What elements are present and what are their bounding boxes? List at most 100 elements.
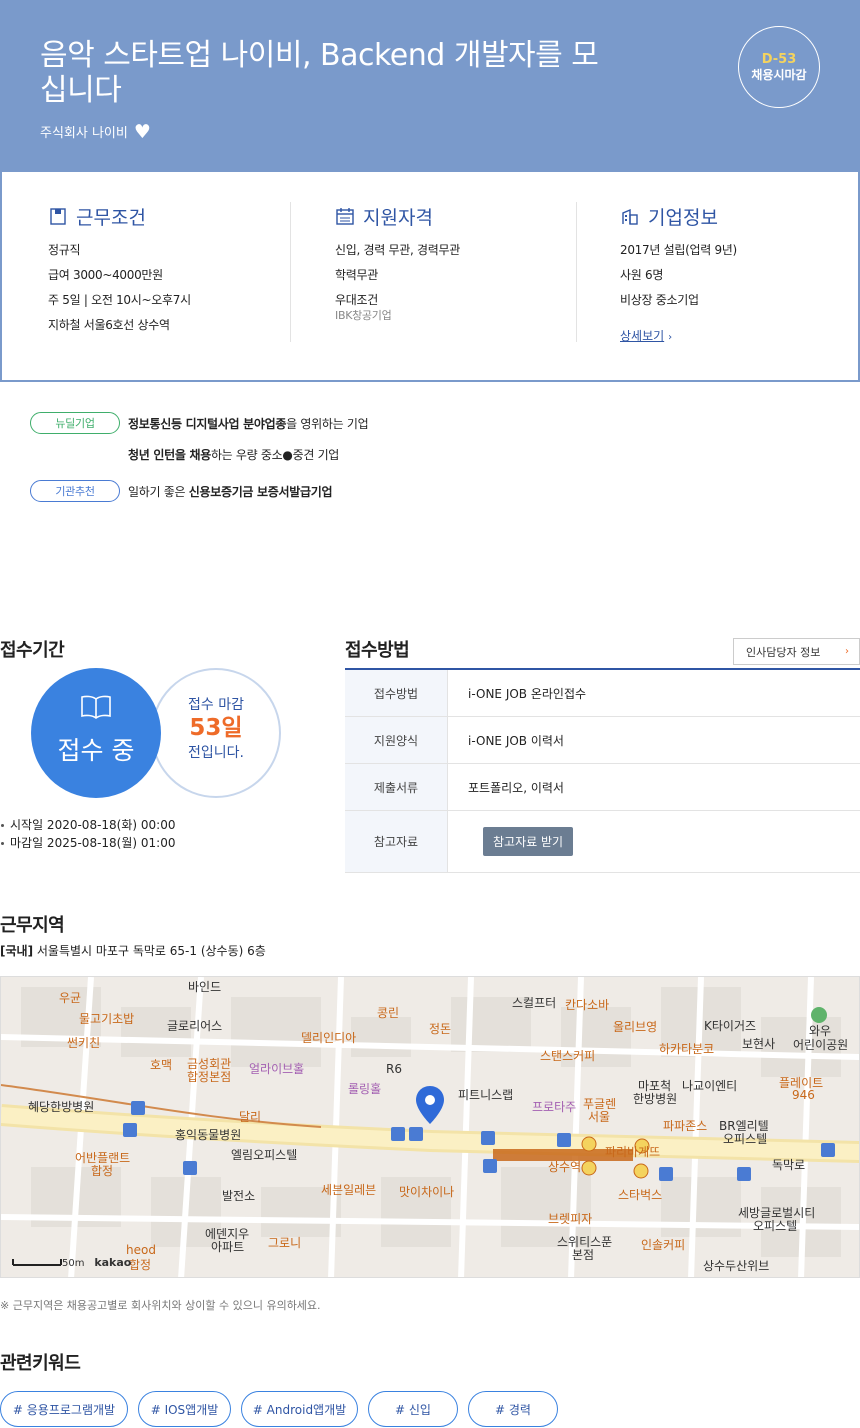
map-label: 그로니 — [268, 1236, 302, 1250]
company-detail-link[interactable]: 상세보기 › — [620, 327, 672, 344]
location-pin-icon[interactable] — [416, 1086, 444, 1124]
status-circle: 접수 중 — [31, 668, 161, 798]
period-title: 접수기간 — [0, 640, 65, 661]
work-item: 지하철 서울6호선 상수역 — [48, 318, 170, 332]
table-row: 접수방법 i-ONE JOB 온라인접수 — [345, 670, 860, 717]
map-label: 달리 — [239, 1110, 262, 1124]
map-label: 보현사 — [742, 1037, 776, 1051]
table-row: 참고자료 참고자료 받기 — [345, 811, 860, 873]
map-label: 피트니스랩 — [458, 1088, 514, 1102]
start-date: 시작일 2020-08-18(화) 00:00 — [0, 816, 175, 834]
heart-icon[interactable]: ♥ — [134, 122, 151, 141]
conditions-panel: 근무조건 정규직 급여 3000~4000만원 주 5일 | 오전 10시~오후… — [0, 172, 860, 382]
reference-download-button[interactable]: 참고자료 받기 — [483, 827, 574, 856]
map-label: 썬키친 — [67, 1036, 101, 1050]
row-header: 참고자료 — [345, 811, 448, 872]
newdeal-text-bold: 정보통신등 디지털사업 분야업종 — [128, 416, 287, 431]
row-value: 포트폴리오, 이력서 — [468, 780, 564, 795]
map-label: 946 — [792, 1088, 815, 1102]
table-row: 지원양식 i-ONE JOB 이력서 — [345, 717, 860, 764]
deadline-days: 53일 — [189, 715, 243, 741]
work-conditions-title: 근무조건 — [76, 206, 146, 229]
detail-link-label: 상세보기 — [620, 329, 665, 343]
period-dates: 시작일 2020-08-18(화) 00:00 마감일 2025-08-18(월… — [0, 816, 175, 852]
address-region: [국내] — [0, 944, 34, 958]
map-label: 호맥 — [150, 1058, 173, 1072]
work-item: 급여 3000~4000만원 — [48, 268, 163, 282]
map-label: 혜당한방병원 — [28, 1100, 95, 1114]
map-label: 정돈 — [429, 1022, 452, 1036]
map-label: heod — [126, 1243, 156, 1257]
map-label: 바인드 — [188, 980, 222, 994]
qualifications: 지원자격 신입, 경력 무관, 경력무관 학력무관 우대조건 IBK창공기업 — [290, 202, 576, 342]
map-label: K타이거즈 — [704, 1019, 757, 1033]
map-label: 합정 — [129, 1258, 152, 1272]
map-label: 브렛피자 — [548, 1212, 593, 1226]
deadline-circle: 접수 마감 53일 전입니다. — [151, 668, 281, 798]
map-label: 콩린 — [377, 1006, 400, 1020]
dday-label: 채용시마감 — [751, 68, 807, 82]
map-label: 오피스텔 — [753, 1219, 798, 1233]
map-label: 파파존스 — [663, 1119, 708, 1133]
location-map[interactable]: 우균 바인드 물고기초밥 글로리어스 콩린 정돈 스컬프터 칸다소바 올리브영 … — [0, 976, 860, 1278]
calendar-icon — [335, 206, 355, 226]
map-label: 맛이차이나 — [399, 1185, 455, 1199]
dday-badge: D-53 채용시마감 — [738, 26, 820, 108]
map-label: 오피스텔 — [723, 1132, 768, 1146]
map-label: 프로타주 — [532, 1100, 577, 1114]
row-header: 접수방법 — [345, 670, 448, 716]
work-item: 주 5일 | 오전 10시~오후7시 — [48, 293, 191, 307]
map-attribution: 50m kakao — [10, 1256, 131, 1269]
end-date: 마감일 2025-08-18(월) 01:00 — [0, 834, 175, 852]
agency-row: 기관추천 일하기 좋은 신용보증기금 보증서발급기업 — [30, 480, 333, 502]
map-label: 물고기초밥 — [79, 1012, 135, 1026]
map-label: 독막로 — [772, 1158, 806, 1172]
row-value: i-ONE JOB 온라인접수 — [468, 686, 587, 701]
map-label: 상수역 — [548, 1160, 582, 1174]
map-label: 상수두산위브 — [703, 1259, 770, 1273]
newdeal-text-bold: 청년 인턴을 채용 — [128, 448, 211, 462]
company-item: 사원 6명 — [620, 268, 664, 282]
company-info-title: 기업정보 — [648, 206, 718, 229]
hr-contact-button[interactable]: 인사담당자 정보 › — [733, 638, 860, 665]
qual-item: 신입, 경력 무관, 경력무관 — [335, 243, 460, 257]
chevron-right-icon: › — [668, 332, 673, 343]
company-item: 2017년 설립(업력 9년) — [620, 243, 737, 257]
map-label: 우균 — [59, 991, 82, 1005]
map-label: 발전소 — [222, 1189, 256, 1203]
newdeal-badge: 뉴딜기업 — [30, 412, 120, 434]
newdeal-text: 을 영위하는 기업 — [286, 416, 369, 431]
map-label: R6 — [386, 1062, 402, 1076]
keyword-tag[interactable]: # 응용프로그램개발 — [0, 1391, 128, 1427]
map-label: 서울 — [588, 1110, 611, 1124]
keyword-tag[interactable]: # 신입 — [368, 1391, 458, 1427]
keyword-tag[interactable]: # IOS앱개발 — [138, 1391, 231, 1427]
keywords-title: 관련키워드 — [0, 1353, 81, 1374]
map-label: 올리브영 — [613, 1020, 658, 1034]
company-item: 비상장 중소기업 — [620, 293, 699, 307]
agency-badge: 기관추천 — [30, 480, 120, 502]
chevron-right-icon: › — [845, 646, 849, 657]
map-scale: 50m — [62, 1258, 85, 1269]
qualifications-heading: 지원자격 — [335, 202, 576, 230]
row-header: 지원양식 — [345, 717, 448, 763]
location-note: ※ 근무지역은 채용공고별로 회사위치와 상이할 수 있으니 유의하세요. — [0, 1299, 321, 1312]
address: [국내] 서울특별시 마포구 독막로 65-1 (상수동) 6층 — [0, 942, 266, 959]
map-label: 엘림오피스텔 — [231, 1148, 298, 1162]
method-title: 접수방법 — [345, 640, 410, 661]
status-text: 접수 중 — [57, 736, 135, 765]
company-name[interactable]: 주식회사 나이비 — [40, 122, 128, 141]
map-label: 델리인디아 — [301, 1031, 357, 1045]
map-label: 본점 — [572, 1248, 595, 1262]
document-icon — [48, 206, 68, 226]
job-title: 음악 스타트업 나이비, Backend 개발자를 모십니다 — [40, 38, 599, 108]
map-label: 얼라이브홀 — [249, 1062, 305, 1076]
map-label: 하카타분코 — [659, 1042, 715, 1056]
map-label: 스타벅스 — [618, 1188, 663, 1202]
kakao-logo: kakao — [94, 1256, 132, 1269]
qual-sub-item: IBK창공기업 — [335, 309, 392, 322]
keyword-tag[interactable]: # 경력 — [468, 1391, 558, 1427]
address-text: 서울특별시 마포구 독막로 65-1 (상수동) 6층 — [36, 944, 266, 958]
keyword-tag[interactable]: # Android앱개발 — [241, 1391, 358, 1427]
dday-count: D-53 — [761, 52, 797, 67]
